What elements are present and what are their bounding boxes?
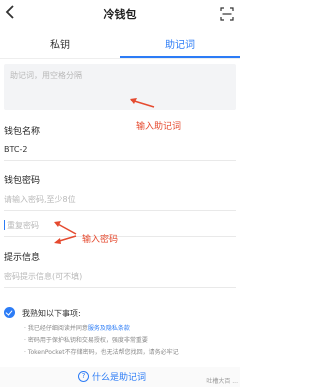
tabs: 私钥 助记词 [0, 36, 240, 58]
what-is-mnemonic-link[interactable]: 什么是助记词 [92, 370, 146, 383]
scan-icon[interactable] [220, 6, 234, 21]
repeat-password-field[interactable]: 重复密码 [7, 220, 39, 231]
divider [4, 160, 236, 161]
agreement-item: · 密码用于保护私钥和交易授权，强度非常重要 [24, 337, 148, 344]
check-icon [5, 308, 13, 316]
wallet-name-field[interactable]: BTC-2 [4, 145, 27, 154]
hint-label: 提示信息 [4, 253, 41, 263]
annotation-mnemonic: 输入助记词 [136, 122, 182, 132]
page-title: 冷钱包 [103, 8, 137, 21]
divider [4, 236, 236, 237]
mnemonic-input[interactable]: 助记词，用空格分隔 [4, 64, 236, 110]
watermark: 吐槽大百 ... [206, 378, 238, 385]
agreement-title: 我熟知以下事项: [22, 309, 81, 318]
hint-field[interactable]: 密码提示信息(可不填) [4, 271, 82, 282]
annotation-password: 输入密码 [82, 235, 119, 245]
header: 冷钱包 [0, 0, 240, 30]
password-label: 钱包密码 [4, 176, 41, 186]
agreement-item: · TokenPocket不存储密码，也无法帮您找回，请务必牢记 [24, 349, 179, 356]
tab-private-key[interactable]: 私钥 [0, 36, 120, 56]
agreement-item: · 我已经仔细阅读并同意服务及隐私条款 [24, 323, 130, 332]
agreement-text: · 我已经仔细阅读并同意 [24, 325, 88, 332]
divider [0, 58, 240, 59]
wallet-name-label: 钱包名称 [4, 127, 41, 137]
mnemonic-placeholder: 助记词，用空格分隔 [10, 71, 82, 80]
divider [4, 210, 236, 211]
annotation-arrow-icon [54, 221, 77, 244]
question-icon[interactable]: ? [78, 371, 89, 382]
text-cursor [4, 220, 5, 230]
password-field[interactable]: 请输入密码,至少8位 [4, 194, 76, 205]
tab-mnemonic[interactable]: 助记词 [120, 36, 240, 56]
divider [4, 287, 236, 288]
annotation-arrow-icon [130, 98, 155, 108]
terms-link[interactable]: 服务及隐私条款 [88, 325, 130, 332]
agree-checkbox[interactable] [4, 307, 15, 318]
